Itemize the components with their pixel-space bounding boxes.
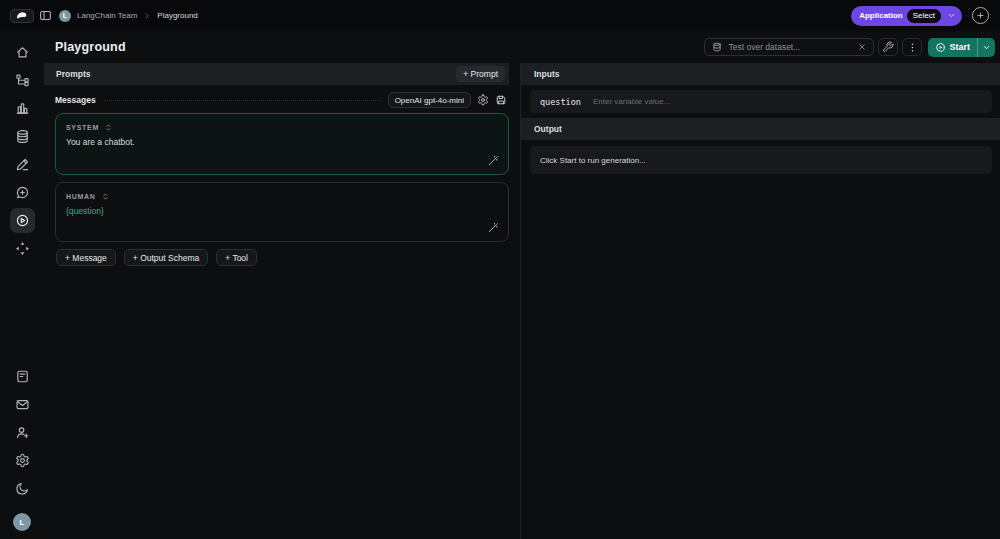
start-button[interactable]: Start — [928, 38, 995, 57]
parrot-logo-icon — [15, 11, 29, 20]
play-circle-icon — [935, 42, 946, 53]
role-updown-icon[interactable] — [101, 192, 110, 201]
output-header: Output — [521, 118, 1000, 140]
home-icon[interactable] — [8, 38, 36, 66]
breadcrumb-team[interactable]: LangChain Team — [77, 11, 137, 20]
add-button[interactable] — [972, 7, 989, 24]
dotted-divider — [104, 100, 380, 101]
model-select-button[interactable]: OpenAI gpt-4o-mini — [388, 92, 471, 108]
messages-header: Messages OpenAI gpt-4o-mini — [55, 92, 507, 108]
start-dropdown-button[interactable] — [978, 43, 995, 52]
trace-tree-icon[interactable] — [8, 66, 36, 94]
message-actions: + Message + Output Schema + Tool — [56, 249, 509, 266]
message-text[interactable]: {question} — [66, 206, 498, 216]
application-select-button[interactable]: Application Select — [851, 6, 962, 26]
breadcrumb: L LangChain Team Playground — [59, 10, 198, 22]
settings-gear-icon[interactable] — [8, 446, 36, 474]
top-nav: L LangChain Team Playground Application … — [0, 0, 1000, 31]
sidebar: L — [0, 31, 44, 539]
inputs-header: Inputs — [521, 63, 1000, 85]
dataset-input-field[interactable] — [728, 42, 852, 52]
breadcrumb-page[interactable]: Playground — [157, 11, 197, 20]
sidebar-toggle-icon[interactable] — [39, 9, 52, 22]
human-message-card[interactable]: HUMAN {question} — [55, 182, 509, 242]
mail-envelope-icon[interactable] — [8, 390, 36, 418]
sidebar-bottom-nav: L — [8, 362, 36, 531]
add-tool-button[interactable]: + Tool — [216, 249, 257, 266]
add-message-button[interactable]: + Message — [56, 249, 116, 266]
docs-file-icon[interactable] — [8, 362, 36, 390]
langsmith-logo[interactable] — [10, 9, 34, 23]
dark-mode-moon-icon[interactable] — [8, 474, 36, 502]
prompts-chat-plus-icon[interactable] — [8, 178, 36, 206]
prompts-panel: Prompts + Prompt Messages OpenAI gpt-4o-… — [44, 63, 521, 539]
messages-header-label: Messages — [55, 95, 96, 105]
user-avatar[interactable]: L — [13, 513, 31, 531]
playground-play-icon[interactable] — [10, 208, 35, 233]
wand-icon[interactable] — [487, 155, 499, 167]
save-prompt-icon[interactable] — [495, 94, 507, 106]
wand-icon[interactable] — [487, 222, 499, 234]
chevron-down-icon — [945, 11, 958, 20]
io-panel: Inputs question Output Click Start to ru… — [521, 63, 1000, 539]
role-updown-icon[interactable] — [104, 123, 113, 132]
inputs-header-label: Inputs — [534, 69, 560, 79]
start-button-main[interactable]: Start — [928, 42, 977, 53]
start-label: Start — [949, 42, 970, 52]
dataset-icon — [712, 42, 722, 52]
title-row: Playground — [44, 31, 1000, 63]
sidebar-top-nav — [8, 38, 36, 262]
clear-dataset-icon[interactable] — [858, 43, 866, 51]
model-settings-gear-icon[interactable] — [477, 94, 489, 106]
topnav-right: Application Select — [851, 6, 989, 26]
datasets-database-icon[interactable] — [8, 122, 36, 150]
team-avatar[interactable]: L — [59, 10, 71, 22]
message-role-label[interactable]: SYSTEM — [66, 124, 99, 131]
deployments-arrows-icon[interactable] — [8, 234, 36, 262]
dashboard-chart-icon[interactable] — [8, 94, 36, 122]
prompts-header-label: Prompts — [56, 69, 90, 79]
test-over-dataset-input[interactable] — [704, 38, 874, 56]
system-message-card[interactable]: SYSTEM You are a chatbot. — [55, 113, 509, 175]
add-output-schema-button[interactable]: + Output Schema — [124, 249, 208, 266]
message-text[interactable]: You are a chatbot. — [66, 137, 498, 147]
add-prompt-button[interactable]: + Prompt — [456, 66, 505, 82]
variable-value-input[interactable] — [593, 97, 982, 106]
prompts-header: Prompts + Prompt — [44, 63, 509, 85]
message-role-label[interactable]: HUMAN — [66, 193, 96, 200]
application-value[interactable]: Select — [907, 9, 941, 23]
application-label: Application — [859, 11, 903, 20]
tools-wrench-button[interactable] — [878, 38, 898, 56]
more-options-button[interactable] — [902, 38, 922, 56]
variable-name: question — [540, 97, 581, 107]
output-header-label: Output — [534, 124, 562, 134]
output-empty-state: Click Start to run generation... — [530, 146, 992, 174]
chevron-right-icon — [143, 12, 151, 20]
variable-input-row[interactable]: question — [530, 90, 992, 113]
page-title: Playground — [55, 40, 126, 54]
playground-toolbar: Start — [704, 38, 995, 57]
annotation-pen-icon[interactable] — [8, 150, 36, 178]
app: L LangChain Team Playground Application … — [0, 0, 1000, 539]
invite-user-icon[interactable] — [8, 418, 36, 446]
